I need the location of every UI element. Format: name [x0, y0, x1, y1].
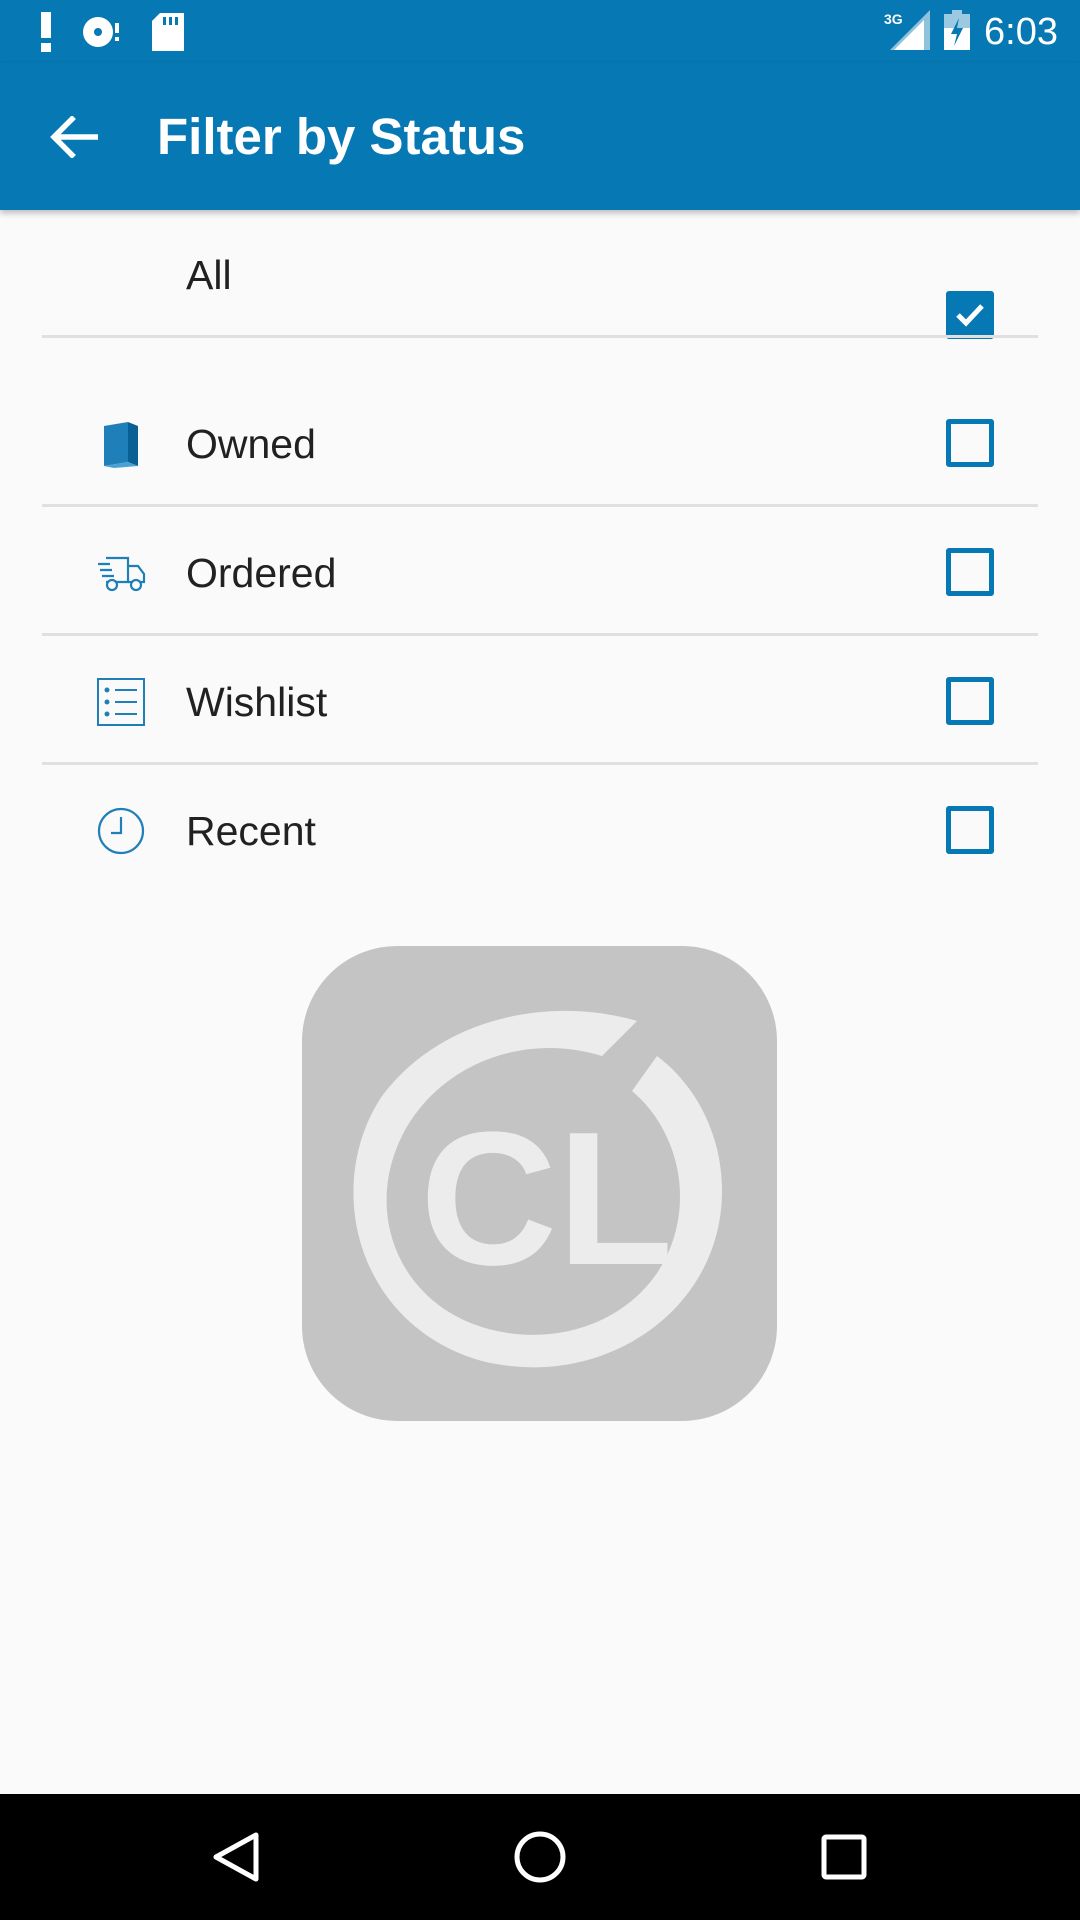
filter-row-all[interactable]: All: [0, 210, 1080, 339]
disc-icon: [82, 15, 122, 54]
filter-label: Recent: [186, 808, 316, 854]
checkbox-wishlist[interactable]: [946, 677, 994, 725]
network-type-text: 3G: [884, 11, 903, 27]
navigation-bar: [0, 1794, 1080, 1920]
wishlist-icon: [94, 677, 148, 727]
truck-icon: [94, 548, 148, 598]
check-icon: [956, 304, 984, 327]
status-time: 6:03: [984, 11, 1058, 53]
back-button[interactable]: [40, 103, 108, 171]
signal-icon: 3G: [884, 9, 931, 55]
nav-back-button[interactable]: [206, 1827, 266, 1887]
nav-recents-button[interactable]: [814, 1827, 874, 1887]
filter-label: Wishlist: [186, 679, 328, 725]
divider: [42, 335, 1038, 338]
recents-square-icon: [821, 1834, 867, 1880]
arrow-back-icon: [50, 116, 98, 158]
sd-card-icon: [152, 13, 184, 56]
filter-row-recent[interactable]: Recent: [0, 766, 1080, 894]
checkbox-all[interactable]: [946, 291, 994, 339]
checkbox-recent[interactable]: [946, 806, 994, 854]
checkbox-ordered[interactable]: [946, 548, 994, 596]
filter-label: Ordered: [186, 550, 337, 596]
checkbox-owned[interactable]: [946, 419, 994, 467]
clock-icon: [94, 806, 148, 856]
filter-label: Owned: [186, 421, 316, 467]
logo-text: CL: [420, 1093, 673, 1305]
book-icon: [94, 419, 148, 469]
filter-label: All: [186, 252, 232, 298]
page-title: Filter by Status: [157, 108, 526, 165]
filter-row-ordered[interactable]: Ordered: [0, 508, 1080, 636]
app-bar: Filter by Status: [0, 63, 1080, 210]
filter-row-owned[interactable]: Owned: [0, 379, 1080, 507]
home-circle-icon: [514, 1831, 566, 1883]
nav-home-button[interactable]: [510, 1827, 570, 1887]
cl-logo: CL: [302, 946, 777, 1421]
battery-charging-icon: [944, 9, 971, 55]
alert-icon: [40, 12, 52, 57]
back-triangle-icon: [213, 1832, 259, 1882]
divider: [42, 504, 1038, 507]
divider: [42, 762, 1038, 765]
divider: [42, 633, 1038, 636]
filter-row-wishlist[interactable]: Wishlist: [0, 637, 1080, 765]
status-bar: 3G 6:03: [0, 0, 1080, 63]
